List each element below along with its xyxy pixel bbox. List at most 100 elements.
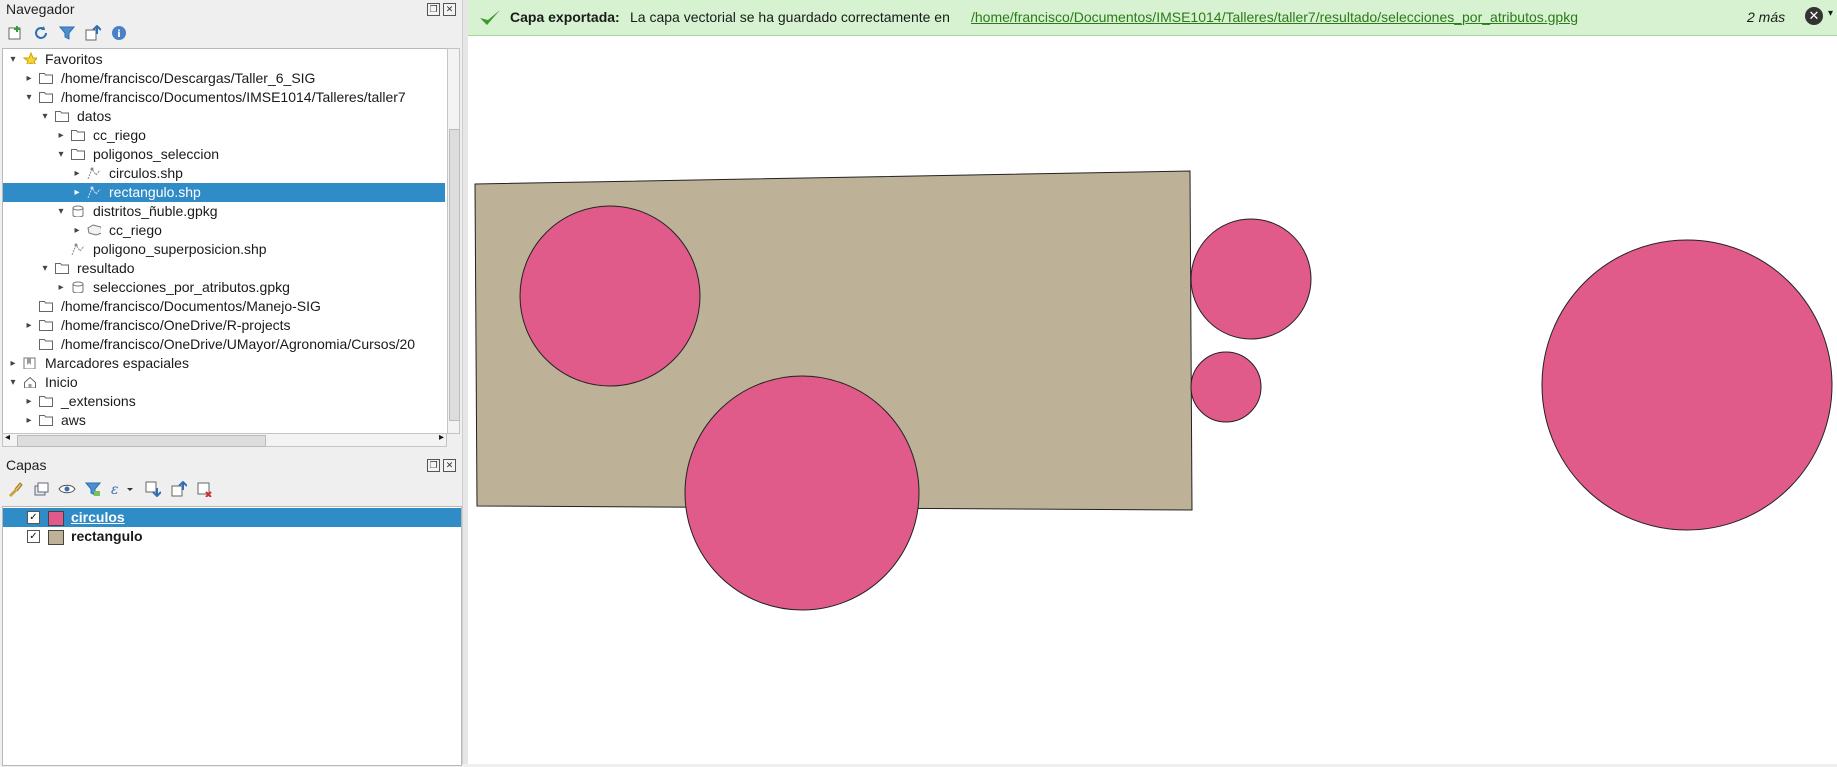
svg-text:i: i xyxy=(117,29,120,40)
chevron-right-icon[interactable]: ▸ xyxy=(71,164,83,183)
tree-vertical-scrollbar[interactable] xyxy=(447,48,460,434)
layer-style-icon[interactable] xyxy=(6,480,24,498)
message-title: Capa exportada: xyxy=(510,9,620,25)
layers-panel-title: Capas xyxy=(6,457,47,473)
chevron-right-icon[interactable]: ▸ xyxy=(23,392,35,411)
tree-item[interactable]: ▸ Marcadores espaciales xyxy=(3,354,445,373)
filter-icon[interactable] xyxy=(58,24,76,42)
close-panel-icon[interactable]: ✕ xyxy=(443,3,456,16)
chevron-right-icon[interactable]: ▸ xyxy=(23,316,35,335)
layer-visibility-checkbox[interactable]: ✓ xyxy=(27,530,40,543)
add-group-icon[interactable] xyxy=(32,480,50,498)
circle-feature xyxy=(684,375,920,611)
map-canvas[interactable] xyxy=(468,36,1837,764)
vertical-scroll-thumb[interactable] xyxy=(449,129,460,421)
tree-item[interactable]: /home/francisco/OneDrive/UMayor/Agronomi… xyxy=(3,335,445,354)
float-panel-icon[interactable]: ❐ xyxy=(427,3,440,16)
tree-item[interactable]: poligono_superposicion.shp xyxy=(3,240,445,259)
tree-item[interactable]: ▸ selecciones_por_atributos.gpkg xyxy=(3,278,445,297)
layers-toolbar: ε xyxy=(6,480,214,498)
folder-icon xyxy=(39,339,53,350)
chevron-right-icon[interactable]: ▸ xyxy=(55,278,67,297)
layers-dock-buttons: ❐ ✕ xyxy=(427,459,456,472)
tree-item[interactable]: /home/francisco/Documentos/Manejo-SIG xyxy=(3,297,445,316)
refresh-icon[interactable] xyxy=(32,24,50,42)
tree-item[interactable]: ▾ datos xyxy=(3,107,445,126)
close-panel-icon[interactable]: ✕ xyxy=(443,459,456,472)
tree-item[interactable]: ▸ aws xyxy=(3,411,445,430)
tree-item[interactable]: ▸ cc_riego xyxy=(3,126,445,145)
tree-item[interactable]: ▾ poligonos_seleccion xyxy=(3,145,445,164)
circle-feature xyxy=(519,205,701,387)
message-more-count[interactable]: 2 más xyxy=(1747,9,1785,25)
circle-feature xyxy=(1541,239,1833,531)
layer-row-rectangulo[interactable]: ✓ rectangulo xyxy=(3,527,461,546)
scroll-right-icon[interactable]: ▸ xyxy=(439,432,444,443)
message-text: La capa vectorial se ha guardado correct… xyxy=(630,9,950,25)
svg-text:ε: ε xyxy=(111,482,119,497)
folder-icon xyxy=(39,301,53,312)
chevron-down-icon[interactable]: ▾ xyxy=(7,50,19,69)
vector-layer-icon xyxy=(87,186,101,198)
filter-legend-icon[interactable] xyxy=(84,480,102,498)
layer-row-circulos[interactable]: ✓ circulos xyxy=(3,508,461,527)
folder-icon xyxy=(71,149,85,160)
message-bar: Capa exportada: La capa vectorial se ha … xyxy=(468,0,1837,36)
chevron-right-icon[interactable]: ▸ xyxy=(7,354,19,373)
scroll-left-icon[interactable]: ◂ xyxy=(5,432,10,443)
browser-tree[interactable]: ▾ Favoritos ▸ /home/francisco/Descargas/… xyxy=(2,48,448,434)
tree-item[interactable]: ▸ /home/francisco/OneDrive/R-projects xyxy=(3,316,445,335)
layer-symbol-swatch[interactable] xyxy=(48,530,64,545)
folder-icon xyxy=(39,73,53,84)
tree-horizontal-scrollbar[interactable]: ◂ ▸ xyxy=(2,432,447,447)
vector-layer-icon xyxy=(87,167,101,179)
visibility-eye-icon[interactable] xyxy=(58,480,76,498)
folder-icon xyxy=(39,415,53,426)
tree-item[interactable]: ▾ Favoritos xyxy=(3,50,445,69)
message-file-link[interactable]: /home/francisco/Documentos/IMSE1014/Tall… xyxy=(971,9,1578,25)
database-icon xyxy=(72,281,84,293)
close-message-icon[interactable]: ✕ xyxy=(1805,7,1823,25)
add-selected-layers-icon[interactable] xyxy=(6,24,24,42)
chevron-right-icon[interactable]: ▸ xyxy=(23,411,35,430)
chevron-right-icon[interactable]: ▸ xyxy=(71,183,83,202)
chevron-right-icon[interactable]: ▸ xyxy=(55,126,67,145)
expand-all-icon[interactable] xyxy=(144,480,162,498)
chevron-down-icon[interactable]: ▾ xyxy=(55,202,67,221)
remove-layer-icon[interactable] xyxy=(196,480,214,498)
tree-item[interactable]: ▾ /home/francisco/Documentos/IMSE1014/Ta… xyxy=(3,88,445,107)
tree-item[interactable]: ▸ /home/francisco/Descargas/Taller_6_SIG xyxy=(3,69,445,88)
float-panel-icon[interactable]: ❐ xyxy=(427,459,440,472)
chevron-down-icon[interactable]: ▾ xyxy=(7,373,19,392)
tree-item-selected[interactable]: ▸ rectangulo.shp xyxy=(3,183,445,202)
tree-item[interactable]: ▾ Inicio xyxy=(3,373,445,392)
chevron-down-icon[interactable]: ▾ xyxy=(39,107,51,126)
tree-item[interactable]: ▸ cc_riego xyxy=(3,221,445,240)
tree-item[interactable]: ▾ resultado xyxy=(3,259,445,278)
home-icon xyxy=(24,376,36,388)
circle-feature xyxy=(1190,351,1262,423)
chevron-down-icon[interactable]: ▾ xyxy=(55,145,67,164)
chevron-right-icon[interactable]: ▸ xyxy=(71,221,83,240)
vector-layer-icon xyxy=(71,243,85,255)
tree-item[interactable]: ▸ circulos.shp xyxy=(3,164,445,183)
layer-symbol-swatch[interactable] xyxy=(48,511,64,526)
layers-list[interactable]: ✓ circulos ✓ rectangulo xyxy=(2,506,462,766)
tree-item[interactable]: ▸ _extensions xyxy=(3,392,445,411)
chevron-right-icon[interactable]: ▸ xyxy=(23,69,35,88)
map-svg[interactable] xyxy=(468,36,1837,764)
folder-icon xyxy=(55,263,69,274)
collapse-all-icon[interactable] xyxy=(84,24,102,42)
star-icon xyxy=(23,52,37,64)
horizontal-scroll-thumb[interactable] xyxy=(17,435,266,447)
tree-item[interactable]: ▾ distritos_ñuble.gpkg xyxy=(3,202,445,221)
folder-icon xyxy=(39,320,53,331)
expression-filter-icon[interactable]: ε xyxy=(110,480,136,498)
info-icon[interactable]: i xyxy=(110,24,128,42)
layer-visibility-checkbox[interactable]: ✓ xyxy=(27,511,40,524)
chevron-down-icon[interactable]: ▾ xyxy=(23,88,35,107)
chevron-down-icon[interactable]: ▾ xyxy=(1828,8,1833,19)
collapse-all-icon[interactable] xyxy=(170,480,188,498)
chevron-down-icon[interactable]: ▾ xyxy=(39,259,51,278)
circle-feature xyxy=(1190,218,1312,340)
